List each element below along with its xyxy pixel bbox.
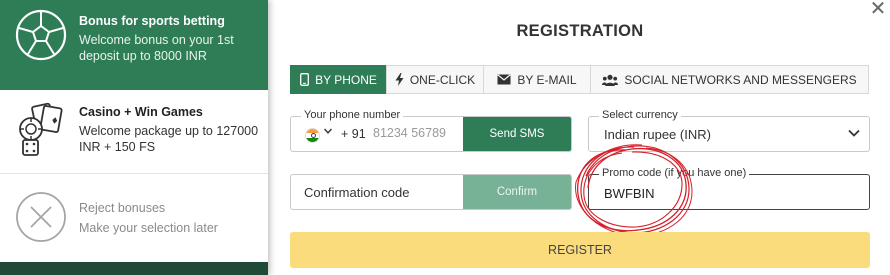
tab-label: ONE-CLICK [409,72,476,87]
tab-by-phone[interactable]: BY PHONE [290,65,387,94]
tab-one-click[interactable]: ONE-CLICK [386,65,484,94]
promo-code-value: BWFBIN [604,186,655,201]
registration-tabs: BY PHONE ONE-CLICK BY E-MAIL SOCIAL NETW… [290,65,870,94]
register-button[interactable]: REGISTER [290,232,870,268]
bonus-option-casino[interactable]: ♦ Casino + Win Games Welcome package up … [0,90,268,174]
page-title: REGISTRATION [516,22,644,40]
casino-chips-dice-icon: ♦ [19,102,63,156]
phone-icon [300,73,310,86]
users-icon [602,74,619,86]
phone-number-field: Your phone number + 91 Send SMS [290,109,572,152]
send-sms-button[interactable]: Send SMS [463,117,571,151]
lightning-icon [395,73,404,86]
phone-input[interactable] [373,126,463,140]
close-icon[interactable]: ✕ [868,0,888,20]
confirm-button[interactable]: Confirm [463,175,571,209]
bonus-panel: Bonus for sports betting Welcome bonus o… [0,0,268,275]
bonus-description: Welcome bonus on your 1st deposit up to … [79,33,234,63]
currency-select[interactable]: Select currency Indian rupee (INR) [588,109,870,152]
svg-text:♦: ♦ [50,116,60,127]
promo-code-field[interactable]: Promo code (if you have one) BWFBIN [588,167,870,210]
promo-field-label: Promo code (if you have one) [599,167,750,179]
chevron-down-icon[interactable] [323,125,333,139]
tab-label: SOCIAL NETWORKS AND MESSENGERS [624,72,857,87]
soccer-ball-icon [15,9,67,61]
dial-code: + 91 [341,127,366,141]
chevron-down-icon [848,129,860,137]
envelope-icon [497,74,512,85]
tab-label: BY PHONE [315,72,377,87]
bonus-title: Reject bonuses [79,201,166,215]
close-circle-icon [16,192,66,242]
bonus-option-reject[interactable]: Reject bonuses Make your selection later [0,174,268,262]
india-flag-icon[interactable] [305,128,320,143]
bonus-description: Welcome package up to 127000 INR + 150 F… [79,124,259,154]
tab-social-networks[interactable]: SOCIAL NETWORKS AND MESSENGERS [590,65,869,94]
tab-label: BY E-MAIL [517,72,577,87]
bonus-option-sports[interactable]: Bonus for sports betting Welcome bonus o… [0,0,268,90]
panel-bottom-strip [0,262,268,275]
bonus-description: Make your selection later [79,221,218,235]
bonus-title: Bonus for sports betting [79,14,225,28]
tab-by-email[interactable]: BY E-MAIL [483,65,591,94]
bonus-title: Casino + Win Games [79,105,203,119]
phone-field-label: Your phone number [301,109,404,121]
confirmation-code-input[interactable] [304,185,454,200]
currency-field-label: Select currency [599,109,681,121]
confirmation-code-field: Confirm [290,174,572,210]
currency-value: Indian rupee (INR) [604,127,711,142]
